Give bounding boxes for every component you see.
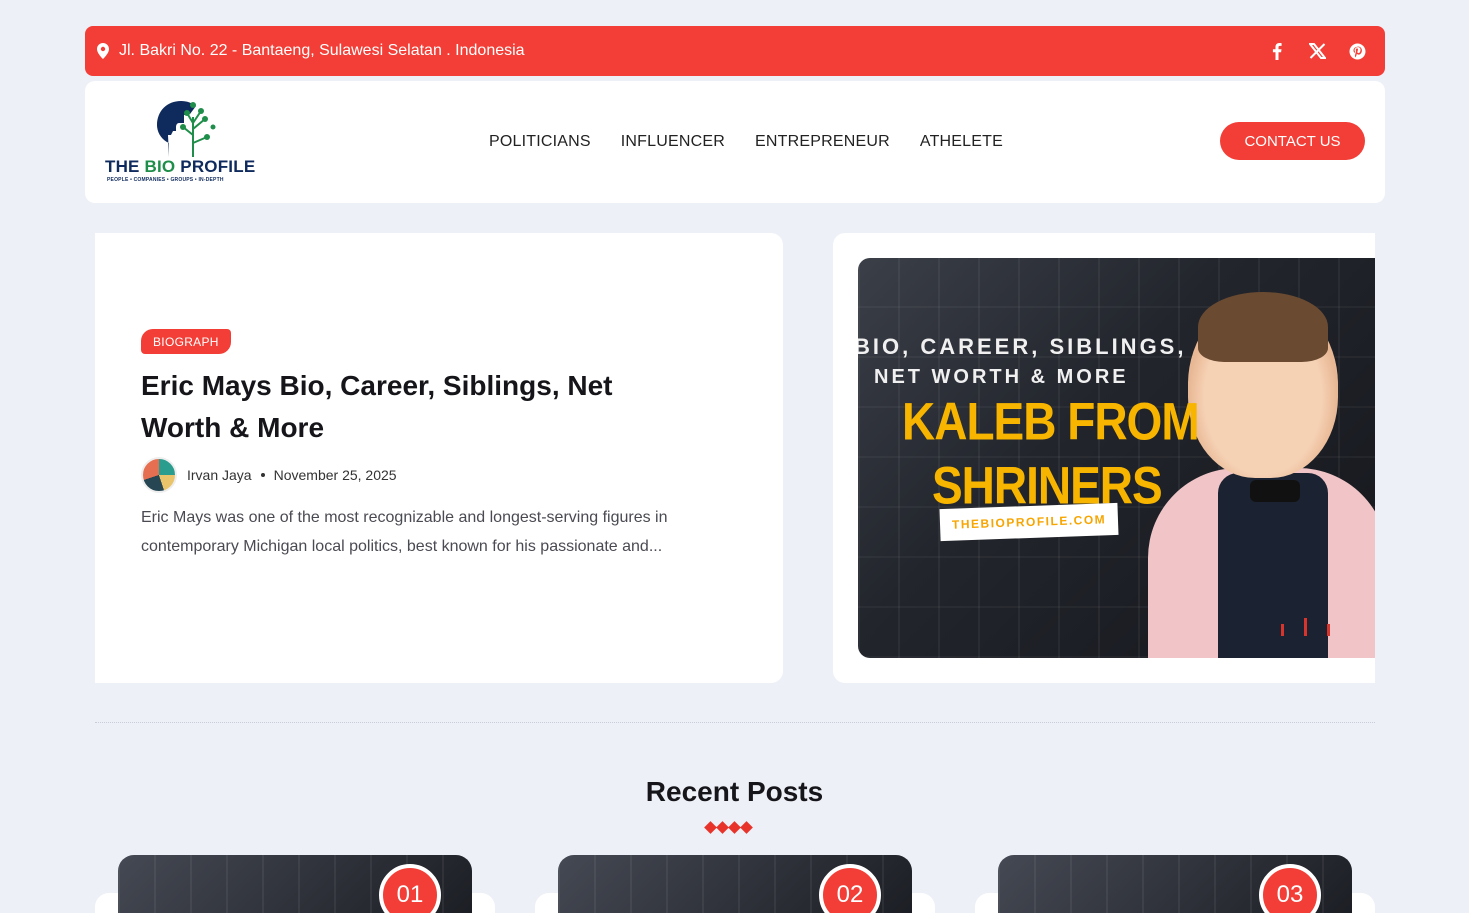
slider-dots bbox=[1281, 618, 1330, 636]
title-ornament bbox=[704, 821, 753, 834]
post-excerpt: Eric Mays was one of the most recognizab… bbox=[141, 509, 668, 555]
address: Jl. Bakri No. 22 - Bantaeng, Sulawesi Se… bbox=[97, 42, 525, 60]
featured-slider: BIO, CAREER, SIBLINGS, NET WORTH & MORE … bbox=[833, 233, 1375, 683]
diamond-icon bbox=[716, 821, 729, 834]
logo-tagline: PEOPLE • COMPANIES • GROUPS • IN-DEPTH bbox=[107, 177, 224, 183]
nav-politicians[interactable]: POLITICIANS bbox=[489, 133, 591, 151]
post-date: November 25, 2025 bbox=[273, 467, 397, 483]
section-divider bbox=[95, 722, 1375, 723]
recent-post-card[interactable]: 01 bbox=[95, 855, 495, 913]
post-title[interactable]: Eric Mays Bio, Career, Siblings, Net Wor… bbox=[141, 365, 661, 449]
slider-dot-active[interactable] bbox=[1304, 618, 1307, 636]
image-figure-bowtie bbox=[1250, 480, 1300, 502]
nav-influencer[interactable]: INFLUENCER bbox=[621, 133, 725, 151]
top-bar: Jl. Bakri No. 22 - Bantaeng, Sulawesi Se… bbox=[85, 26, 1385, 76]
facebook-icon[interactable] bbox=[1267, 41, 1287, 61]
slider-dot[interactable] bbox=[1281, 624, 1284, 636]
diamond-icon bbox=[740, 821, 753, 834]
logo-head-tree-icon bbox=[157, 101, 216, 157]
image-caption-line1: BIO, CAREER, SIBLINGS, bbox=[858, 334, 1187, 359]
diamond-icon bbox=[728, 821, 741, 834]
recent-post-card[interactable]: 02 bbox=[535, 855, 935, 913]
main-nav: POLITICIANS INFLUENCER ENTREPRENEUR ATHE… bbox=[489, 81, 1003, 203]
nav-athelete[interactable]: ATHELETE bbox=[920, 133, 1003, 151]
x-icon[interactable] bbox=[1307, 41, 1327, 61]
image-caption-line3: KALEB FROM bbox=[902, 391, 1200, 451]
meta-separator bbox=[260, 473, 265, 477]
featured-post: BIOGRAPH Eric Mays Bio, Career, Siblings… bbox=[95, 233, 783, 683]
contact-us-button[interactable]: CONTACT US bbox=[1220, 122, 1365, 160]
image-caption-line2: NET WORTH & MORE bbox=[874, 366, 1129, 388]
diamond-icon bbox=[704, 821, 717, 834]
pinterest-icon[interactable] bbox=[1347, 41, 1367, 61]
logo-text: THE BIO PROFILE bbox=[105, 157, 256, 176]
category-badge[interactable]: BIOGRAPH bbox=[141, 329, 231, 354]
featured-image[interactable]: BIO, CAREER, SIBLINGS, NET WORTH & MORE … bbox=[858, 258, 1375, 658]
site-header: THE BIO PROFILE PEOPLE • COMPANIES • GRO… bbox=[85, 81, 1385, 203]
recent-post-card[interactable]: 03 bbox=[975, 855, 1375, 913]
location-pin-icon bbox=[97, 43, 111, 59]
image-site-label: THEBIOPROFILE.COM bbox=[939, 502, 1119, 542]
social-links bbox=[1267, 41, 1373, 61]
site-logo[interactable]: THE BIO PROFILE PEOPLE • COMPANIES • GRO… bbox=[105, 97, 257, 187]
author-name[interactable]: Irvan Jaya bbox=[187, 467, 252, 483]
image-figure-hair bbox=[1198, 292, 1328, 362]
author-avatar[interactable] bbox=[141, 457, 177, 493]
post-meta: Irvan Jaya November 25, 2025 bbox=[141, 457, 397, 493]
slider-dot[interactable] bbox=[1327, 624, 1330, 636]
nav-entrepreneur[interactable]: ENTREPRENEUR bbox=[755, 133, 890, 151]
recent-posts-title: Recent Posts bbox=[645, 776, 824, 807]
address-text: Jl. Bakri No. 22 - Bantaeng, Sulawesi Se… bbox=[119, 42, 525, 59]
